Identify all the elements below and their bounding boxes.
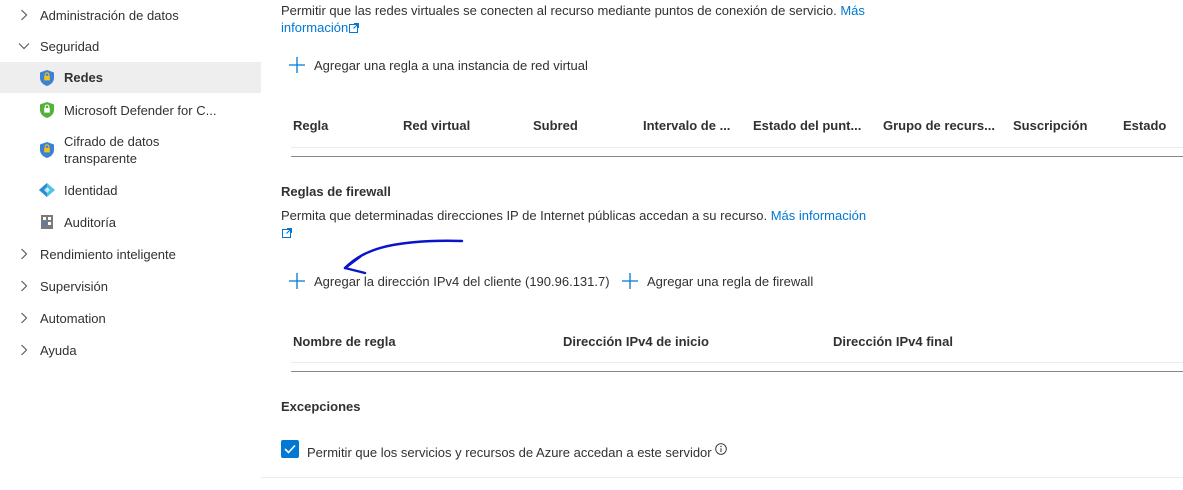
sidebar-item-label: Administración de datos [40,7,179,23]
main-content: Permitir que las redes virtuales se cone… [261,0,1183,490]
vnet-description-block: Permitir que las redes virtuales se cone… [281,2,865,37]
add-firewall-rule-label: Agregar una regla de firewall [647,273,814,289]
table-bottom-border [291,371,1183,372]
allow-azure-services-label[interactable]: Permitir que los servicios y recursos de… [307,445,712,460]
column-header[interactable]: Estado [1123,118,1183,133]
exceptions-section-title: Excepciones [281,399,361,414]
add-firewall-rule-button[interactable]: Agregar una regla de firewall [622,273,813,289]
sidebar-item-label: Automation [40,310,106,326]
checkmark-icon [284,444,296,454]
sidebar-item-label: Rendimiento inteligente [40,246,176,262]
identity-diamond-icon [38,181,56,199]
column-header[interactable]: Nombre de regla [293,334,553,349]
firewall-description: Permita que determinadas direcciones IP … [281,208,768,223]
sidebar-item-label: Identidad [64,182,118,198]
sidebar-item-label: Ayuda [40,342,77,358]
link-text: información [281,20,349,35]
link-text: Más información [770,208,867,223]
shield-icon [38,141,56,159]
column-header[interactable]: Intervalo de ... [643,118,743,133]
sidebar-item-cifrado-datos[interactable]: Cifrado de datos transparente [0,131,261,169]
add-client-ipv4-button[interactable]: Agregar la dirección IPv4 del cliente (1… [289,273,610,289]
external-link-icon [282,225,292,242]
label-line-2: transparente [64,151,137,166]
sidebar-item-label: Seguridad [40,38,100,54]
sidebar-item-defender[interactable]: Microsoft Defender for C... [0,99,261,121]
info-icon[interactable] [714,443,727,458]
sidebar-item-redes[interactable]: Redes [0,62,261,93]
external-link-icon [349,20,360,37]
column-header[interactable]: Regla [293,118,393,133]
column-header[interactable]: Suscripción [1013,118,1113,133]
plus-icon [622,273,638,289]
sidebar-item-rendimiento[interactable]: Rendimiento inteligente [0,243,261,265]
shield-icon [38,69,56,87]
sidebar-item-ayuda[interactable]: Ayuda [0,339,261,361]
chevron-right-icon [18,280,30,292]
column-header[interactable]: Estado del punt... [753,118,873,133]
sidebar-item-label: Cifrado de datos transparente [64,133,159,167]
chevron-right-icon [18,9,30,21]
chevron-right-icon [18,248,30,260]
sidebar-item-seguridad[interactable]: Seguridad [0,35,261,57]
column-header[interactable]: Grupo de recurs... [883,118,1003,133]
chevron-down-icon [18,40,30,52]
sidebar-item-label: Redes [64,70,104,85]
add-vnet-rule-button[interactable]: Agregar una regla a una instancia de red… [289,57,588,73]
column-header[interactable]: Dirección IPv4 final [833,334,1093,349]
defender-shield-icon [38,101,56,119]
sidebar-item-label: Auditoría [64,214,117,230]
sidebar-item-supervision[interactable]: Supervisión [0,275,261,297]
add-client-ipv4-label: Agregar la dirección IPv4 del cliente (1… [314,273,610,289]
table-bottom-border [291,156,1183,157]
sidebar-item-label: Supervisión [40,278,108,294]
chevron-right-icon [18,312,30,324]
column-header[interactable]: Red virtual [403,118,523,133]
chevron-right-icon [18,344,30,356]
firewall-section-title: Reglas de firewall [281,184,391,199]
table-header-divider [291,147,1183,148]
sidebar-item-label: Microsoft Defender for C... [64,102,217,118]
table-header-divider [291,362,1183,363]
bottom-divider [261,477,1183,478]
sidebar-item-auditoria[interactable]: Auditoría [0,211,261,233]
add-vnet-rule-label: Agregar una regla a una instancia de red… [314,57,588,73]
link-text: Más [840,3,865,18]
allow-azure-services-text: Permitir que los servicios y recursos de… [307,443,727,460]
plus-icon [289,273,305,289]
sidebar-item-identidad[interactable]: Identidad [0,179,261,201]
column-header[interactable]: Subred [533,118,633,133]
vnet-description: Permitir que las redes virtuales se cone… [281,3,837,18]
plus-icon [289,57,305,73]
sidebar: Administración de datos Seguridad Redes … [0,0,261,490]
allow-azure-services-checkbox[interactable] [281,440,299,458]
sidebar-item-automation[interactable]: Automation [0,307,261,329]
audit-building-icon [38,213,56,231]
label-line-1: Cifrado de datos [64,134,160,149]
sidebar-item-administracion-datos[interactable]: Administración de datos [0,4,261,26]
column-header[interactable]: Dirección IPv4 de inicio [563,334,823,349]
